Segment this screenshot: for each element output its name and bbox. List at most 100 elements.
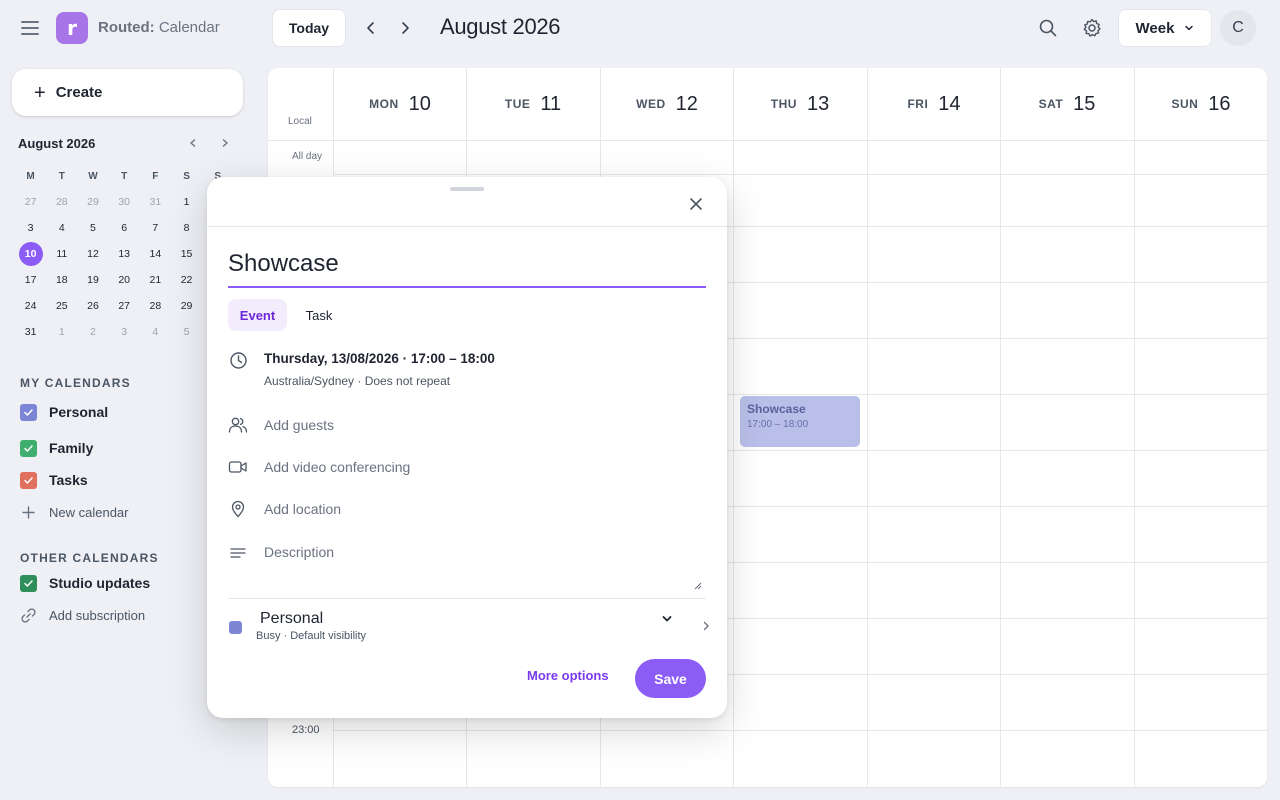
video-icon xyxy=(228,457,248,477)
mini-day[interactable]: 8 xyxy=(171,215,202,241)
mini-day[interactable]: 31 xyxy=(140,189,171,215)
mini-day[interactable]: 13 xyxy=(109,241,140,267)
mini-week-row: 31123456 xyxy=(15,319,233,345)
mini-prev-month-button[interactable] xyxy=(185,135,201,151)
mini-day[interactable]: 15 xyxy=(171,241,202,267)
mini-day[interactable]: 5 xyxy=(77,215,108,241)
calendar-label: Studio updates xyxy=(49,575,151,591)
mini-day[interactable]: 27 xyxy=(109,293,140,319)
add-guests-field[interactable]: Add guests xyxy=(264,417,334,433)
view-select[interactable]: Week xyxy=(1118,9,1212,47)
calendar-select-value[interactable]: Personal xyxy=(260,610,323,628)
save-button[interactable]: Save xyxy=(635,659,706,698)
more-options-button[interactable]: More options xyxy=(527,668,609,688)
mini-day[interactable]: 4 xyxy=(140,319,171,345)
drag-handle[interactable] xyxy=(450,187,484,191)
close-dialog-button[interactable] xyxy=(684,192,708,216)
calendar-item-personal[interactable]: Personal xyxy=(20,401,108,423)
day-header-thu[interactable]: THU 13 xyxy=(733,68,866,140)
mini-day[interactable]: 5 xyxy=(171,319,202,345)
day-number: 16 xyxy=(1208,92,1231,115)
calendar-item-family[interactable]: Family xyxy=(20,437,93,459)
mini-day[interactable]: 29 xyxy=(77,189,108,215)
day-header-fri[interactable]: FRI 14 xyxy=(867,68,1000,140)
prev-week-button[interactable] xyxy=(359,16,383,40)
mini-day[interactable]: 3 xyxy=(15,215,46,241)
mini-day[interactable]: 26 xyxy=(77,293,108,319)
allday-label: All day xyxy=(292,151,323,162)
menu-icon[interactable] xyxy=(18,16,42,40)
event-title-input[interactable] xyxy=(228,241,706,288)
gear-icon xyxy=(1083,18,1101,37)
calendar-checkbox[interactable] xyxy=(20,403,37,421)
event-timezone-repeat[interactable]: Australia/Sydney · Does not repeat xyxy=(264,374,450,388)
close-icon xyxy=(690,198,702,210)
mini-day[interactable]: 6 xyxy=(109,215,140,241)
event-datetime[interactable]: Thursday, 13/08/2026 · 17:00 – 18:00 xyxy=(264,351,495,366)
day-column-divider xyxy=(1000,140,1001,787)
mini-week-row: 272829303112 xyxy=(15,189,233,215)
mini-day[interactable]: 14 xyxy=(140,241,171,267)
mini-day[interactable]: 28 xyxy=(140,293,171,319)
mini-day[interactable]: 20 xyxy=(109,267,140,293)
calendar-checkbox[interactable] xyxy=(20,574,37,592)
mini-day[interactable]: 11 xyxy=(46,241,77,267)
resize-grip-icon[interactable] xyxy=(694,582,702,590)
mini-day[interactable]: 18 xyxy=(46,267,77,293)
clock-icon xyxy=(228,350,248,370)
calendar-checkbox[interactable] xyxy=(20,471,37,489)
mini-day[interactable]: 1 xyxy=(171,189,202,215)
mini-day[interactable]: 4 xyxy=(46,215,77,241)
mini-day[interactable]: 10 xyxy=(15,241,46,267)
timezone-label: Local xyxy=(288,116,312,127)
mini-day[interactable]: 27 xyxy=(15,189,46,215)
calendar-item-studio-updates[interactable]: Studio updates xyxy=(20,572,150,594)
mini-day[interactable]: 31 xyxy=(15,319,46,345)
search-button[interactable] xyxy=(1036,16,1060,40)
day-number: 14 xyxy=(938,92,961,115)
tab-event[interactable]: Event xyxy=(228,299,287,331)
mini-day[interactable]: 22 xyxy=(171,267,202,293)
mini-day[interactable]: 28 xyxy=(46,189,77,215)
mini-day[interactable]: 24 xyxy=(15,293,46,319)
event-block-showcase[interactable]: Showcase 17:00 – 18:00 xyxy=(740,396,860,447)
today-button[interactable]: Today xyxy=(272,9,346,47)
mini-calendar: MTWTFSS272829303112345678910111213141516… xyxy=(15,163,233,345)
mini-day[interactable]: 19 xyxy=(77,267,108,293)
calendar-checkbox[interactable] xyxy=(20,439,37,457)
calendar-details-button[interactable] xyxy=(699,619,713,633)
day-header-sat[interactable]: SAT 15 xyxy=(1000,68,1133,140)
create-button[interactable]: + Create xyxy=(12,69,243,116)
add-video-field[interactable]: Add video conferencing xyxy=(264,459,410,475)
mini-day[interactable]: 29 xyxy=(171,293,202,319)
mini-day[interactable]: 3 xyxy=(109,319,140,345)
mini-day[interactable]: 25 xyxy=(46,293,77,319)
tab-task[interactable]: Task xyxy=(298,299,340,331)
day-header-tue[interactable]: TUE 11 xyxy=(466,68,599,140)
calendar-select-dropdown[interactable] xyxy=(659,611,675,627)
link-icon xyxy=(21,607,36,623)
app-name: Calendar xyxy=(158,19,220,36)
add-subscription-link[interactable]: Add subscription xyxy=(20,604,145,626)
next-week-button[interactable] xyxy=(393,16,417,40)
mini-day[interactable]: 2 xyxy=(77,319,108,345)
calendar-visibility[interactable]: Busy · Default visibility xyxy=(256,630,366,642)
description-textarea[interactable] xyxy=(228,543,702,590)
day-header-sun[interactable]: SUN 16 xyxy=(1134,68,1267,140)
mini-day[interactable]: 12 xyxy=(77,241,108,267)
settings-button[interactable] xyxy=(1080,16,1104,40)
mini-day[interactable]: 7 xyxy=(140,215,171,241)
mini-day[interactable]: 21 xyxy=(140,267,171,293)
mini-day[interactable]: 17 xyxy=(15,267,46,293)
add-location-field[interactable]: Add location xyxy=(264,501,341,517)
user-avatar[interactable]: C xyxy=(1220,10,1256,46)
day-header-wed[interactable]: WED 12 xyxy=(600,68,733,140)
new-calendar-link[interactable]: New calendar xyxy=(20,501,129,523)
day-header-mon[interactable]: MON 10 xyxy=(333,68,466,140)
calendar-item-tasks[interactable]: Tasks xyxy=(20,469,88,491)
mini-day[interactable]: 30 xyxy=(109,189,140,215)
mini-day[interactable]: 1 xyxy=(46,319,77,345)
mini-next-month-button[interactable] xyxy=(217,135,233,151)
location-pin-icon xyxy=(228,499,248,519)
dialog-divider-2 xyxy=(228,598,706,599)
